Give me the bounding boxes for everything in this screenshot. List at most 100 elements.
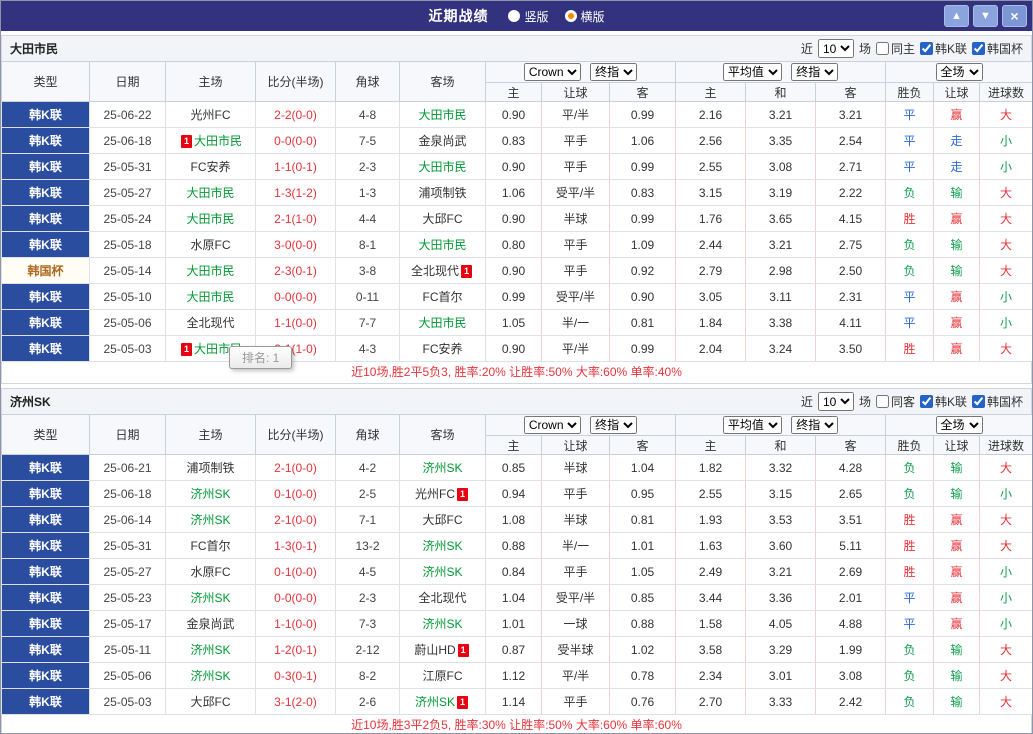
section-header: 大田市民 近 10 场 同主 韩K联 韩国杯	[1, 35, 1032, 61]
bookmaker-handicap: 平/半	[541, 335, 610, 362]
panel-title: 近期战绩	[428, 8, 489, 24]
same-home-checkbox[interactable]	[875, 42, 889, 55]
corners-cell: 0-11	[335, 283, 400, 310]
league-kleague-checkbox[interactable]	[919, 42, 933, 55]
same-home-filter[interactable]: 同主	[875, 40, 915, 57]
view-horizontal-radio[interactable]: 横版	[564, 8, 605, 25]
away-team-cell: 大邱FC	[399, 205, 486, 232]
bookmaker-home-odds: 1.01	[485, 610, 542, 637]
bookmaker-home-odds: 0.84	[485, 558, 542, 585]
result-cell: 胜	[885, 205, 935, 232]
league-kleague-filter[interactable]: 韩K联	[919, 40, 967, 57]
average-away-odds: 3.51	[815, 506, 887, 533]
result-cell: 负	[885, 454, 935, 481]
date-cell: 25-05-23	[89, 584, 166, 611]
home-team-cell: 光州FC	[165, 101, 256, 128]
bookmaker-handicap: 平手	[541, 153, 610, 180]
result-cell: 胜	[885, 532, 935, 559]
corners-cell: 4-8	[335, 101, 400, 128]
average-away-odds: 2.65	[815, 480, 887, 507]
home-team-name: 光州FC	[190, 108, 231, 122]
home-team-cell: 水原FC	[165, 231, 256, 258]
goals-result-cell: 小	[979, 610, 1032, 637]
col-score: 比分(半场)	[255, 61, 336, 102]
bookmaker-home-odds: 0.88	[485, 532, 542, 559]
team-section-daejeon: 大田市民 近 10 场 同主 韩K联 韩国杯 类型 日期 主场 比分(半场) 角…	[1, 35, 1032, 384]
average-draw-odds: 3.60	[745, 532, 817, 559]
average-away-odds: 3.21	[815, 101, 887, 128]
bookmaker-select[interactable]: Crown	[523, 63, 581, 81]
bookmaker-select[interactable]: Crown	[523, 416, 581, 434]
fullmatch-select[interactable]: 全场	[935, 63, 983, 81]
same-away-checkbox[interactable]	[875, 395, 889, 408]
league-kleague-filter[interactable]: 韩K联	[919, 393, 967, 410]
handicap-result-cell: 赢	[933, 205, 981, 232]
league-cup-checkbox[interactable]	[971, 395, 985, 408]
average-home-odds: 3.44	[675, 584, 747, 611]
score-cell: 1-1(0-0)	[255, 610, 336, 637]
away-team-name: 浦项制铁	[418, 186, 467, 200]
final-odds-select[interactable]: 终指	[791, 63, 839, 81]
col-avg-away: 客	[815, 82, 887, 102]
league-kleague-checkbox[interactable]	[919, 395, 933, 408]
average-away-odds: 3.50	[815, 335, 887, 362]
near-label: 近	[800, 395, 813, 409]
recent-count-select[interactable]: 10	[817, 39, 854, 58]
away-team-name: 全北现代	[410, 264, 459, 278]
home-team-name: 大邱FC	[190, 695, 231, 709]
league-cup-filter[interactable]: 韩国杯	[971, 393, 1023, 410]
average-home-odds: 2.70	[675, 688, 747, 715]
bookmaker-home-odds: 0.90	[485, 335, 542, 362]
result-cell: 负	[885, 179, 935, 206]
score-cell: 0-3(0-1)	[255, 662, 336, 689]
home-team-cell: 济州SK	[165, 506, 256, 533]
close-button[interactable]: ×	[1002, 5, 1027, 27]
average-odds-group: 平均值 终指	[675, 414, 887, 436]
corners-cell: 2-3	[335, 153, 400, 180]
match-row: 韩K联 25-05-18 水原FC 3-0(0-0) 8-1 大田市民 0.80…	[1, 231, 1032, 258]
league-cell: 韩K联	[1, 153, 90, 180]
final-odds-select[interactable]: 终指	[590, 63, 638, 81]
goals-result-cell: 大	[979, 101, 1032, 128]
home-team-cell: 全北现代	[165, 309, 256, 336]
score-cell: 0-1(0-0)	[255, 558, 336, 585]
history-filters: 近 10 场 同主 韩K联 韩国杯	[801, 39, 1023, 58]
home-team-cell: 金泉尚武	[165, 610, 256, 637]
league-cup-checkbox[interactable]	[971, 42, 985, 55]
games-label: 场	[858, 395, 871, 409]
col-avg-home: 主	[675, 82, 747, 102]
final-odds-select[interactable]: 终指	[590, 416, 638, 434]
result-cell: 负	[885, 636, 935, 663]
results-table: 类型 日期 主场 比分(半场) 角球 客场 Crown 终指 平均值 终指 全场…	[1, 414, 1032, 715]
bookmaker-odds-group: Crown 终指	[484, 61, 677, 83]
col-corner: 角球	[335, 414, 400, 455]
same-away-filter[interactable]: 同客	[875, 393, 915, 410]
goals-result-cell: 大	[979, 688, 1032, 715]
average-select[interactable]: 平均值	[722, 416, 782, 434]
match-row: 韩K联 25-05-17 金泉尚武 1-1(0-0) 7-3 济州SK 1.01…	[1, 610, 1032, 637]
home-team-name: 大田市民	[186, 186, 235, 200]
bookmaker-away-odds: 1.05	[608, 558, 677, 585]
average-home-odds: 2.55	[675, 153, 747, 180]
result-cell: 负	[885, 231, 935, 258]
move-up-button[interactable]: ▲	[944, 5, 969, 27]
bookmaker-away-odds: 0.99	[608, 205, 677, 232]
average-select[interactable]: 平均值	[722, 63, 782, 81]
home-team-cell: 1 大田市民	[165, 127, 256, 154]
average-away-odds: 4.15	[815, 205, 887, 232]
bookmaker-handicap: 平手	[541, 257, 610, 284]
score-cell: 2-3(0-1)	[255, 257, 336, 284]
league-cup-filter[interactable]: 韩国杯	[971, 40, 1023, 57]
bookmaker-away-odds: 0.88	[608, 610, 677, 637]
handicap-result-cell: 赢	[933, 101, 981, 128]
view-vertical-radio[interactable]: 竖版	[508, 8, 549, 25]
recent-count-select[interactable]: 10	[817, 392, 854, 411]
move-down-button[interactable]: ▼	[973, 5, 998, 27]
col-handicap-result: 让球	[933, 82, 981, 102]
score-cell: 0-0(0-0)	[255, 584, 336, 611]
results-table: 类型 日期 主场 比分(半场) 角球 客场 Crown 终指 平均值 终指 全场…	[1, 61, 1032, 362]
final-odds-select[interactable]: 终指	[791, 416, 839, 434]
fullmatch-select[interactable]: 全场	[935, 416, 983, 434]
col-type: 类型	[1, 414, 90, 455]
league-cell: 韩K联	[1, 205, 90, 232]
